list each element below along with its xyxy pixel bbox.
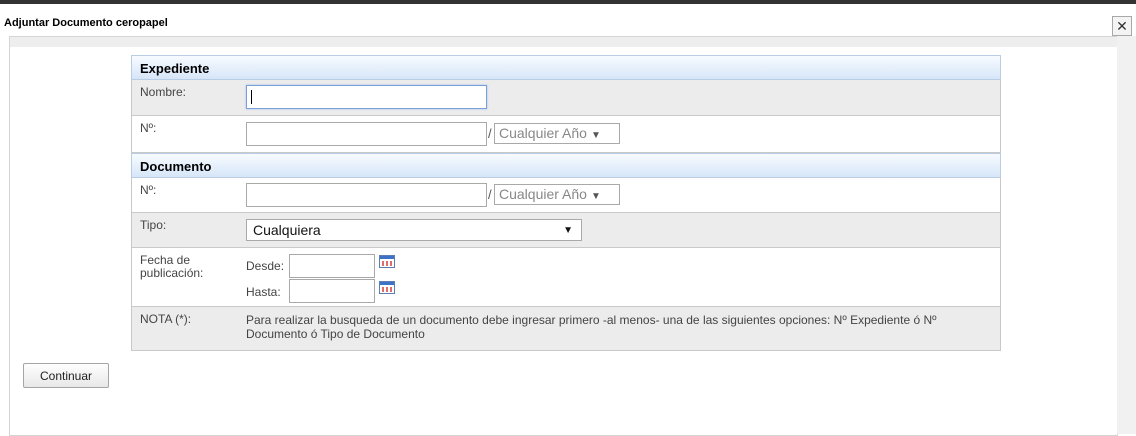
row-documento-numero: Nº: / Cualquier Año ▼	[131, 178, 1001, 213]
label-fecha-publicacion: Fecha de publicación:	[140, 253, 204, 280]
dropdown-arrow-icon: ▼	[563, 225, 573, 236]
row-documento-tipo: Tipo: Cualquiera ▼	[131, 213, 1001, 248]
label-documento-numero: Nº:	[140, 183, 157, 197]
row-fecha-publicacion: Fecha de publicación: Desde: Hasta:	[131, 248, 1001, 307]
label-nombre: Nombre:	[140, 85, 187, 99]
label-hasta: Hasta:	[246, 285, 281, 299]
content-top-strip	[10, 37, 1117, 47]
window-top-border	[0, 0, 1136, 4]
documento-tipo-select[interactable]: Cualquiera ▼	[246, 219, 582, 241]
documento-year-value: Cualquier Año	[499, 186, 587, 202]
continuar-button[interactable]: Continuar	[23, 363, 109, 388]
year-separator: /	[488, 187, 492, 202]
expediente-nombre-input[interactable]	[246, 85, 487, 109]
label-tipo: Tipo:	[140, 218, 167, 232]
year-separator: /	[488, 126, 492, 141]
row-nota: NOTA (*): Para realizar la busqueda de u…	[131, 307, 1001, 351]
nota-text: Para realizar la busqueda de un document…	[246, 313, 937, 341]
label-expediente-numero: Nº:	[140, 121, 157, 135]
expediente-year-value: Cualquier Año	[499, 125, 587, 141]
vertical-scrollbar[interactable]	[1117, 36, 1136, 434]
close-icon: ✕	[1116, 18, 1128, 34]
desde-date-input[interactable]	[289, 254, 375, 278]
label-nota: NOTA (*):	[140, 312, 192, 326]
close-button[interactable]: ✕	[1112, 16, 1132, 36]
row-expediente-numero: Nº: / Cualquier Año ▼	[131, 116, 1001, 153]
documento-numero-input[interactable]	[246, 183, 487, 207]
expediente-numero-input[interactable]	[246, 122, 487, 146]
row-expediente-nombre: Nombre:	[131, 80, 1001, 116]
search-form: Expediente Nombre: Nº: / Cualquier Año ▼ …	[131, 55, 1001, 351]
expediente-year-select[interactable]: Cualquier Año ▼	[494, 123, 620, 144]
label-desde: Desde:	[246, 259, 285, 273]
calendar-icon[interactable]	[379, 255, 395, 268]
dropdown-arrow-icon: ▼	[590, 130, 601, 141]
calendar-icon[interactable]	[379, 281, 395, 294]
section-header-expediente: Expediente	[131, 55, 1001, 80]
hasta-date-input[interactable]	[289, 279, 375, 303]
section-header-documento: Documento	[131, 153, 1001, 178]
documento-tipo-value: Cualquiera	[253, 222, 321, 238]
documento-year-select[interactable]: Cualquier Año ▼	[494, 184, 620, 205]
dialog-title: Adjuntar Documento ceropapel	[4, 17, 168, 29]
text-caret	[251, 90, 252, 104]
dropdown-arrow-icon: ▼	[590, 191, 601, 202]
